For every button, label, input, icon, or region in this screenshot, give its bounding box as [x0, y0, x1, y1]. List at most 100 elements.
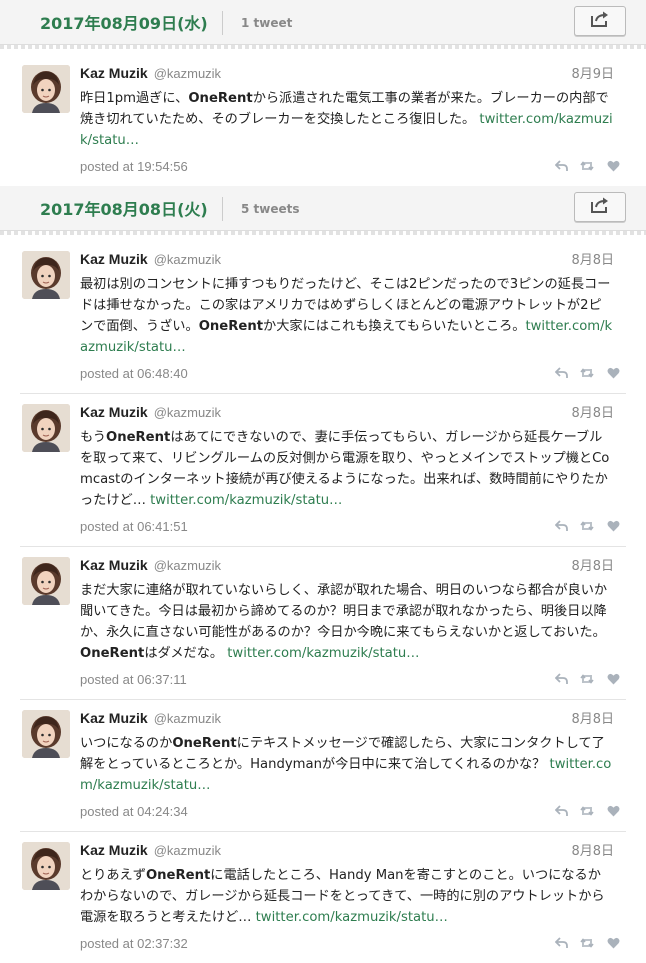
- heart-icon[interactable]: [606, 519, 620, 533]
- author-handle[interactable]: @kazmuzik: [154, 405, 221, 420]
- author-name[interactable]: Kaz Muzik: [80, 557, 148, 573]
- tweet-text: いつになるのかOneRentにテキストメッセージで確認したら、大家にコンタクトし…: [80, 733, 614, 796]
- posted-time: posted at 04:24:34: [80, 803, 188, 819]
- avatar[interactable]: [22, 557, 70, 605]
- tweet-body: Kaz Muzik @kazmuzik 8月8日 いつになるのかOneRentに…: [80, 708, 619, 821]
- posted-time: posted at 06:37:11: [80, 671, 187, 687]
- author-handle[interactable]: @kazmuzik: [154, 66, 221, 81]
- tweet-link[interactable]: twitter.com/kazmuzik/statu…: [256, 910, 448, 925]
- author-handle[interactable]: @kazmuzik: [154, 711, 221, 726]
- reply-icon[interactable]: [554, 159, 568, 173]
- tweet-text-segment: か大家にはこれも換えてもらいたいところ。: [263, 319, 526, 334]
- tweet-header: Kaz Muzik @kazmuzik 8月8日: [80, 840, 614, 862]
- retweet-icon[interactable]: [580, 936, 594, 950]
- tweet-date[interactable]: 8月9日: [571, 63, 614, 82]
- brand-mention: OneRent: [145, 868, 211, 883]
- tweet-body: Kaz Muzik @kazmuzik 8月8日 とりあえずOneRentに電話…: [80, 840, 619, 953]
- author-handle[interactable]: @kazmuzik: [154, 558, 221, 573]
- tweet-date[interactable]: 8月8日: [571, 249, 614, 268]
- author-name[interactable]: Kaz Muzik: [80, 251, 148, 267]
- tweet-footer: posted at 06:37:11: [80, 669, 619, 689]
- tweet-date[interactable]: 8月8日: [571, 402, 614, 421]
- tweet-header: Kaz Muzik @kazmuzik 8月8日: [80, 249, 614, 271]
- heart-icon[interactable]: [606, 672, 620, 686]
- share-button[interactable]: [574, 192, 626, 222]
- avatar[interactable]: [22, 251, 70, 299]
- day-date-title[interactable]: 2017年08月08日(火): [40, 196, 220, 220]
- heart-icon[interactable]: [606, 159, 620, 173]
- tweet-text-segment: 昨日1pm過ぎに、: [80, 91, 189, 106]
- tweet-footer: posted at 19:54:56: [80, 156, 619, 176]
- tweet-header: Kaz Muzik @kazmuzik 8月8日: [80, 555, 614, 577]
- reply-icon[interactable]: [554, 519, 568, 533]
- tweet-actions: [554, 519, 620, 533]
- tweet-date[interactable]: 8月8日: [571, 555, 614, 574]
- day-section: 2017年08月08日(火) 5 tweets Kaz Muzik @kazmu…: [0, 186, 646, 963]
- posted-time: posted at 06:41:51: [80, 518, 188, 534]
- day-header: 2017年08月09日(水) 1 tweet: [0, 0, 646, 49]
- tweet-date[interactable]: 8月8日: [571, 840, 614, 859]
- share-icon: [589, 196, 611, 218]
- avatar[interactable]: [22, 842, 70, 890]
- posted-time: posted at 06:48:40: [80, 365, 188, 381]
- author-name[interactable]: Kaz Muzik: [80, 842, 148, 858]
- author-name[interactable]: Kaz Muzik: [80, 65, 148, 81]
- reply-icon[interactable]: [554, 366, 568, 380]
- retweet-icon[interactable]: [580, 804, 594, 818]
- day-date-title[interactable]: 2017年08月09日(水): [40, 10, 220, 34]
- tweet-body: Kaz Muzik @kazmuzik 8月8日 もうOneRentはあてにでき…: [80, 402, 619, 536]
- day-section: 2017年08月09日(水) 1 tweet Kaz Muzik @kazmuz…: [0, 0, 646, 186]
- tweet-item: Kaz Muzik @kazmuzik 8月8日 最初は別のコンセントに挿すつも…: [20, 241, 626, 394]
- avatar[interactable]: [22, 65, 70, 113]
- tweet-item: Kaz Muzik @kazmuzik 8月8日 とりあえずOneRentに電話…: [20, 832, 626, 963]
- tweet-body: Kaz Muzik @kazmuzik 8月8日 まだ大家に連絡が取れていないら…: [80, 555, 619, 689]
- tweet-text-segment: いつになるのか: [80, 736, 173, 751]
- tweet-actions: [554, 804, 620, 818]
- day-tweet-count: 1 tweet: [222, 11, 292, 35]
- tweet-item: Kaz Muzik @kazmuzik 8月8日 いつになるのかOneRentに…: [20, 700, 626, 832]
- heart-icon[interactable]: [606, 804, 620, 818]
- tweet-text-segment: とりあえず: [80, 868, 146, 883]
- heart-icon[interactable]: [606, 936, 620, 950]
- tweet-list: Kaz Muzik @kazmuzik 8月9日 昨日1pm過ぎに、OneRen…: [0, 45, 646, 186]
- tweet-date[interactable]: 8月8日: [571, 708, 614, 727]
- author-name[interactable]: Kaz Muzik: [80, 404, 148, 420]
- tweet-footer: posted at 06:48:40: [80, 363, 619, 383]
- author-handle[interactable]: @kazmuzik: [154, 252, 221, 267]
- tweet-text: もうOneRentはあてにできないので、妻に手伝ってもらい、ガレージから延長ケー…: [80, 427, 614, 511]
- author-name[interactable]: Kaz Muzik: [80, 710, 148, 726]
- tweet-text: 最初は別のコンセントに挿すつもりだったけど、そこは2ピンだったので3ピンの延長コ…: [80, 274, 614, 358]
- tweet-text-segment: もう: [80, 430, 106, 445]
- retweet-icon[interactable]: [580, 159, 594, 173]
- reply-icon[interactable]: [554, 804, 568, 818]
- retweet-icon[interactable]: [580, 519, 594, 533]
- tweet-text-segment: まだ大家に連絡が取れていないらしく、承認が取れた場合、明日のいつなら都合が良いか…: [80, 583, 608, 640]
- tweet-body: Kaz Muzik @kazmuzik 8月9日 昨日1pm過ぎに、OneRen…: [80, 63, 619, 176]
- tweet-link[interactable]: twitter.com/kazmuzik/statu…: [227, 646, 419, 661]
- heart-icon[interactable]: [606, 366, 620, 380]
- avatar[interactable]: [22, 404, 70, 452]
- share-icon: [589, 10, 611, 32]
- tweet-header: Kaz Muzik @kazmuzik 8月8日: [80, 708, 614, 730]
- reply-icon[interactable]: [554, 936, 568, 950]
- tweet-item: Kaz Muzik @kazmuzik 8月8日 まだ大家に連絡が取れていないら…: [20, 547, 626, 700]
- brand-mention: OneRent: [188, 91, 253, 106]
- tweet-list: Kaz Muzik @kazmuzik 8月8日 最初は別のコンセントに挿すつも…: [0, 231, 646, 963]
- reply-icon[interactable]: [554, 672, 568, 686]
- retweet-icon[interactable]: [580, 672, 594, 686]
- share-button[interactable]: [574, 6, 626, 36]
- brand-mention: OneRent: [105, 430, 171, 445]
- brand-mention: OneRent: [80, 646, 145, 661]
- retweet-icon[interactable]: [580, 366, 594, 380]
- tweet-item: Kaz Muzik @kazmuzik 8月8日 もうOneRentはあてにでき…: [20, 394, 626, 547]
- posted-time: posted at 19:54:56: [80, 158, 188, 174]
- author-handle[interactable]: @kazmuzik: [154, 843, 221, 858]
- tweet-header: Kaz Muzik @kazmuzik 8月9日: [80, 63, 614, 85]
- avatar[interactable]: [22, 710, 70, 758]
- tweet-header: Kaz Muzik @kazmuzik 8月8日: [80, 402, 614, 424]
- brand-mention: OneRent: [172, 736, 237, 751]
- tweet-actions: [554, 672, 620, 686]
- tweet-item: Kaz Muzik @kazmuzik 8月9日 昨日1pm過ぎに、OneRen…: [20, 55, 626, 186]
- tweet-link[interactable]: twitter.com/kazmuzik/statu…: [150, 493, 342, 508]
- tweet-text-segment: はダメだな。: [144, 646, 228, 661]
